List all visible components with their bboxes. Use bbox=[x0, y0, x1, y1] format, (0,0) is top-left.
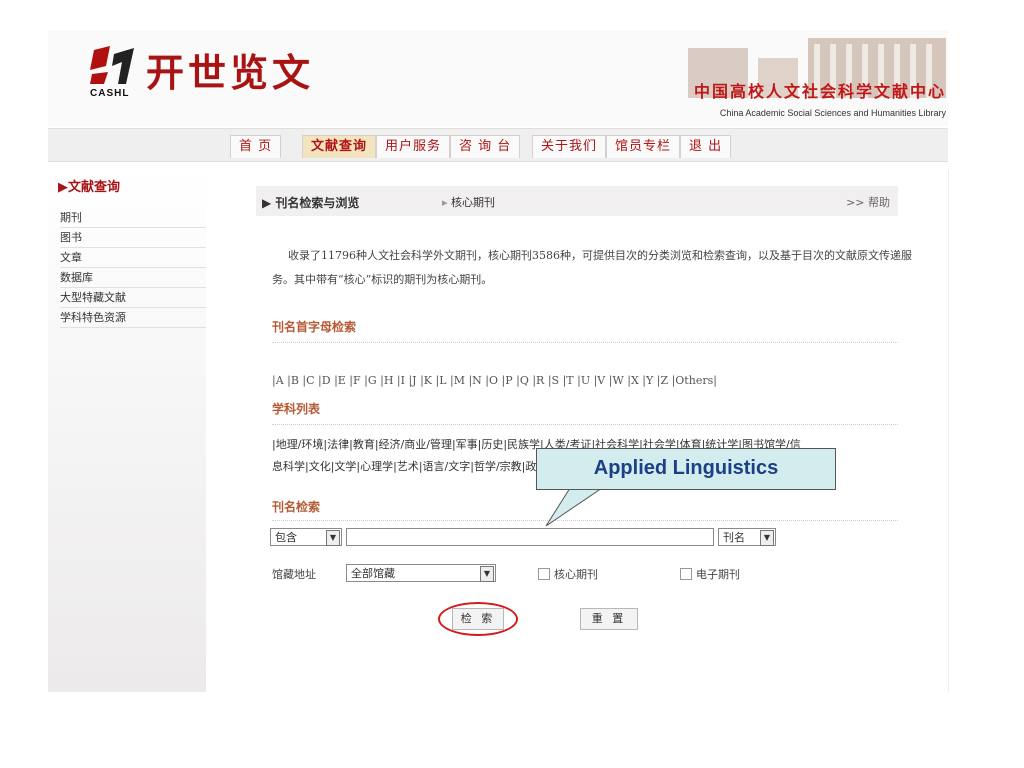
chevron-down-icon: ▼ bbox=[760, 530, 774, 546]
main-content: ▶ 刊名检索与浏览 ▸ 核心期刊 >> 帮助 收录了11796种人文社会科学外文… bbox=[206, 170, 949, 692]
sidebar: ▶文献查询 期刊 图书 文章 数据库 大型特藏文献 学科特色资源 bbox=[48, 170, 206, 692]
title-search-section: 刊名检索 bbox=[272, 500, 321, 514]
org-name-en: China Academic Social Sciences and Human… bbox=[719, 108, 946, 118]
main-nav: 首 页 文献查询 用户服务 咨 询 台 关于我们 馆员专栏 退 出 bbox=[48, 128, 948, 162]
site-title: 开世览文 bbox=[146, 50, 315, 95]
sidebar-item-articles[interactable]: 文章 bbox=[60, 248, 206, 268]
callout-pointer bbox=[545, 486, 604, 526]
highlight-circle bbox=[438, 602, 518, 636]
chevron-down-icon: ▼ bbox=[480, 566, 494, 582]
alpha-section-title: 刊名首字母检索 bbox=[272, 320, 357, 334]
location-select[interactable]: 全部馆藏 ▼ bbox=[346, 564, 496, 582]
nav-logout[interactable]: 退 出 bbox=[680, 135, 732, 158]
search-input[interactable] bbox=[346, 528, 714, 546]
triangle-right-icon: ▶ bbox=[262, 196, 276, 210]
sidebar-title: ▶文献查询 bbox=[58, 180, 121, 195]
core-journal-checkbox[interactable] bbox=[538, 568, 550, 580]
electronic-journal-label: 电子期刊 bbox=[696, 568, 740, 581]
field-select[interactable]: 刊名 ▼ bbox=[718, 528, 776, 546]
tab-core-journals[interactable]: ▸ 核心期刊 bbox=[442, 194, 495, 210]
divider bbox=[272, 424, 898, 425]
help-link[interactable]: >> 帮助 bbox=[846, 194, 890, 210]
chevron-down-icon: ▼ bbox=[326, 530, 340, 546]
site-header: CASHL 开世览文 中国高校人文社会科学文献中心 China Academic… bbox=[48, 30, 948, 126]
match-type-select[interactable]: 包含 ▼ bbox=[270, 528, 342, 546]
cashl-logo-icon bbox=[90, 46, 134, 84]
org-name-cn: 中国高校人文社会科学文献中心 bbox=[693, 82, 946, 101]
divider bbox=[272, 342, 898, 343]
nav-about-us[interactable]: 关于我们 bbox=[532, 135, 607, 158]
triangle-right-icon: ▸ bbox=[442, 196, 452, 209]
nav-home[interactable]: 首 页 bbox=[230, 135, 282, 158]
sidebar-item-subject-resources[interactable]: 学科特色资源 bbox=[60, 308, 206, 328]
triangle-right-icon: ▶ bbox=[58, 180, 68, 195]
annotation-callout: Applied Linguistics bbox=[536, 448, 836, 490]
callout-text: Applied Linguistics bbox=[593, 457, 779, 479]
tab-title-search[interactable]: ▶ 刊名检索与浏览 bbox=[262, 194, 359, 211]
sidebar-item-databases[interactable]: 数据库 bbox=[60, 268, 206, 288]
electronic-journal-checkbox[interactable] bbox=[680, 568, 692, 580]
sidebar-item-special-collections[interactable]: 大型特藏文献 bbox=[60, 288, 206, 308]
sidebar-item-journals[interactable]: 期刊 bbox=[60, 208, 206, 228]
logo-cashl-text: CASHL bbox=[90, 88, 130, 99]
nav-librarian-column[interactable]: 馆员专栏 bbox=[606, 135, 681, 158]
core-journal-label: 核心期刊 bbox=[554, 568, 598, 581]
intro-text: 收录了11796种人文社会科学外文期刊，核心期刊3586种，可提供目次的分类浏览… bbox=[272, 249, 912, 286]
alpha-index-links[interactable]: |A |B |C |D |E |F |G |H |I |J |K |L |M |… bbox=[272, 374, 717, 387]
subject-section-title: 学科列表 bbox=[272, 402, 321, 416]
nav-help-desk[interactable]: 咨 询 台 bbox=[450, 135, 521, 158]
tab-bar: ▶ 刊名检索与浏览 ▸ 核心期刊 >> 帮助 bbox=[256, 186, 898, 216]
sidebar-item-books[interactable]: 图书 bbox=[60, 228, 206, 248]
location-label: 馆藏地址 bbox=[272, 568, 316, 581]
nav-literature-search[interactable]: 文献查询 bbox=[302, 135, 377, 158]
nav-user-services[interactable]: 用户服务 bbox=[376, 135, 451, 158]
reset-button[interactable]: 重 置 bbox=[580, 608, 638, 630]
